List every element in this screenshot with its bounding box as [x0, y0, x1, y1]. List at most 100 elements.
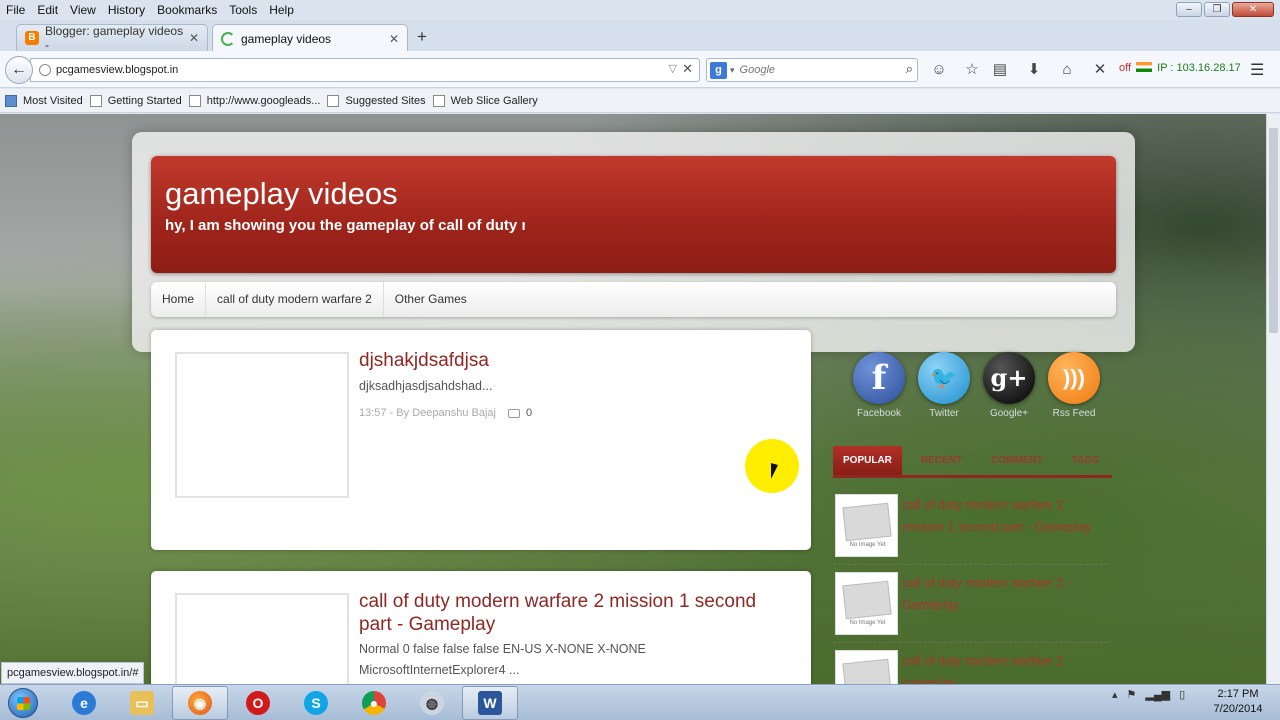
home-icon[interactable]: ⌂: [1057, 60, 1077, 80]
ip-extension[interactable]: off IP : 103.16.28.17: [1119, 62, 1241, 74]
close-tab-icon[interactable]: ✕: [189, 31, 199, 45]
no-image-label: No Image Yet: [849, 620, 886, 626]
taskbar-media[interactable]: ◍: [404, 686, 460, 720]
nav-cod-mw2[interactable]: call of duty modern warfare 2: [206, 282, 384, 317]
system-tray: ▴ ⚑ ▂▄▆ ▯: [1112, 688, 1185, 701]
bookmark-suggested-sites[interactable]: Suggested Sites: [327, 94, 426, 107]
bookmark-label: Suggested Sites: [345, 94, 426, 107]
restore-button[interactable]: ❐: [1204, 2, 1230, 17]
ip-status: off: [1119, 62, 1132, 74]
page-icon: [188, 94, 201, 107]
show-hidden-icons-icon[interactable]: ▴: [1112, 688, 1118, 701]
engine-dropdown-icon[interactable]: ▾: [730, 65, 735, 76]
search-icon[interactable]: ⌕: [906, 61, 913, 77]
nav-home[interactable]: Home: [151, 282, 207, 317]
taskbar-opera[interactable]: O: [230, 686, 286, 720]
no-image-thumbnail[interactable]: No Image Yet: [835, 572, 898, 635]
nav-other-games[interactable]: Other Games: [384, 282, 478, 317]
word-icon: W: [478, 691, 502, 715]
menu-bookmarks[interactable]: Bookmarks: [151, 3, 223, 17]
tab-blogger[interactable]: B Blogger: gameplay videos - ✕: [16, 24, 208, 52]
post-thumbnail[interactable]: [175, 352, 349, 498]
back-button[interactable]: ←: [5, 56, 33, 84]
social-google-plus[interactable]: g+ Google+: [982, 352, 1036, 419]
blog-title[interactable]: gameplay videos: [165, 176, 398, 212]
new-tab-icon[interactable]: +: [417, 27, 427, 47]
downloads-icon[interactable]: ⬇: [1024, 60, 1044, 80]
tab-recent[interactable]: RECENT: [911, 446, 972, 475]
no-image-thumbnail[interactable]: No Image Yet: [835, 650, 898, 684]
menu-history[interactable]: History: [102, 3, 151, 17]
menu-tools[interactable]: Tools: [223, 3, 263, 17]
taskbar-explorer[interactable]: ▭: [114, 686, 170, 720]
tab-gameplay-videos[interactable]: gameplay videos ✕: [212, 24, 408, 52]
bookmark-star-icon[interactable]: ☆: [962, 60, 982, 80]
no-image-thumbnail[interactable]: No Image Yet: [835, 494, 898, 557]
post-snippet: djksadhjasdjsahdshad...: [359, 379, 493, 393]
search-input[interactable]: [739, 64, 890, 76]
minimize-button[interactable]: –: [1176, 2, 1202, 17]
social-rss[interactable]: ))) Rss Feed: [1047, 352, 1101, 419]
start-button[interactable]: [8, 688, 38, 718]
post-title[interactable]: call of duty modern warfare 2 mission 1 …: [359, 590, 789, 636]
popular-item: No Image Yet call of duty modern warfare…: [833, 492, 1112, 568]
taskbar-ie[interactable]: e: [56, 686, 112, 720]
taskbar-chrome[interactable]: ●: [346, 686, 402, 720]
menu-view[interactable]: View: [64, 3, 102, 17]
divider: [833, 564, 1108, 565]
page-viewport: gameplay videos hy, I am showing you the…: [0, 114, 1266, 684]
tab-comment[interactable]: COMMENT: [981, 446, 1053, 475]
taskbar-skype[interactable]: S: [288, 686, 344, 720]
comment-icon[interactable]: [507, 408, 520, 418]
blogger-favicon-icon: B: [25, 31, 39, 45]
bookmarks-list-icon[interactable]: ▤: [990, 60, 1010, 80]
search-box[interactable]: g ▾ ⌕: [706, 58, 918, 82]
page-icon: [89, 94, 102, 107]
url-dropdown-icon[interactable]: ▽: [669, 62, 677, 75]
stop-icon[interactable]: ✕: [682, 61, 693, 77]
bookmark-googleads[interactable]: http://www.googleads...: [188, 94, 320, 107]
menu-help[interactable]: Help: [263, 3, 300, 17]
menu-file[interactable]: File: [0, 3, 31, 17]
popular-link[interactable]: call of duty modern warfare 2 - Gameplay: [902, 572, 1102, 616]
popular-link[interactable]: call of duty modern warfare 2 gameplay: [902, 650, 1102, 684]
post-author-time: 13:57 - By Deepanshu Bajaj: [359, 407, 496, 419]
popular-item: No Image Yet call of duty modern warfare…: [833, 648, 1112, 684]
tab-tags[interactable]: TAGS: [1062, 446, 1109, 475]
bookmark-most-visited[interactable]: Most Visited: [5, 94, 83, 107]
page-icon: [327, 94, 340, 107]
menu-edit[interactable]: Edit: [31, 3, 64, 17]
mouse-pointer-icon: [771, 463, 778, 479]
addon-icon[interactable]: ☺: [929, 60, 949, 80]
taskbar-word[interactable]: W: [462, 686, 518, 720]
popular-link[interactable]: call of duty modern warfare 2 mission 1 …: [902, 494, 1102, 538]
bookmark-getting-started[interactable]: Getting Started: [89, 94, 182, 107]
battery-icon[interactable]: ▯: [1179, 688, 1185, 701]
clock[interactable]: 2:17 PM 7/20/2014: [1203, 687, 1273, 717]
social-facebook[interactable]: f Facebook: [852, 352, 906, 419]
post-title[interactable]: djshakjdsafdjsa: [359, 349, 789, 372]
comment-count[interactable]: 0: [526, 407, 532, 419]
action-center-flag-icon[interactable]: ⚑: [1127, 688, 1137, 701]
vertical-scrollbar[interactable]: [1266, 114, 1280, 684]
social-label: Rss Feed: [1052, 408, 1096, 419]
tab-popular[interactable]: POPULAR: [833, 446, 902, 475]
bookmark-web-slice-gallery[interactable]: Web Slice Gallery: [432, 94, 538, 107]
post-card: call of duty modern warfare 2 mission 1 …: [151, 571, 811, 684]
social-label: Twitter: [929, 408, 959, 419]
scrollbar-thumb[interactable]: [1269, 128, 1278, 333]
site-identity-icon[interactable]: [39, 64, 51, 76]
widget-tabs: POPULAR RECENT COMMENT TAGS: [833, 446, 1112, 478]
folder-icon: ▭: [130, 691, 154, 715]
post-thumbnail[interactable]: [175, 593, 349, 684]
close-window-button[interactable]: ✕: [1232, 2, 1274, 17]
social-twitter[interactable]: 🐦 Twitter: [917, 352, 971, 419]
chrome-icon: ●: [362, 691, 386, 715]
taskbar-firefox[interactable]: ◉: [172, 686, 228, 720]
menu-icon[interactable]: ☰: [1250, 60, 1264, 80]
google-engine-icon[interactable]: g: [710, 61, 727, 79]
x-extension-icon[interactable]: ✕: [1090, 60, 1110, 80]
close-tab-icon[interactable]: ✕: [389, 32, 399, 46]
address-bar[interactable]: pcgamesview.blogspot.in ▽ ✕: [30, 58, 700, 82]
network-signal-icon[interactable]: ▂▄▆: [1145, 688, 1170, 701]
